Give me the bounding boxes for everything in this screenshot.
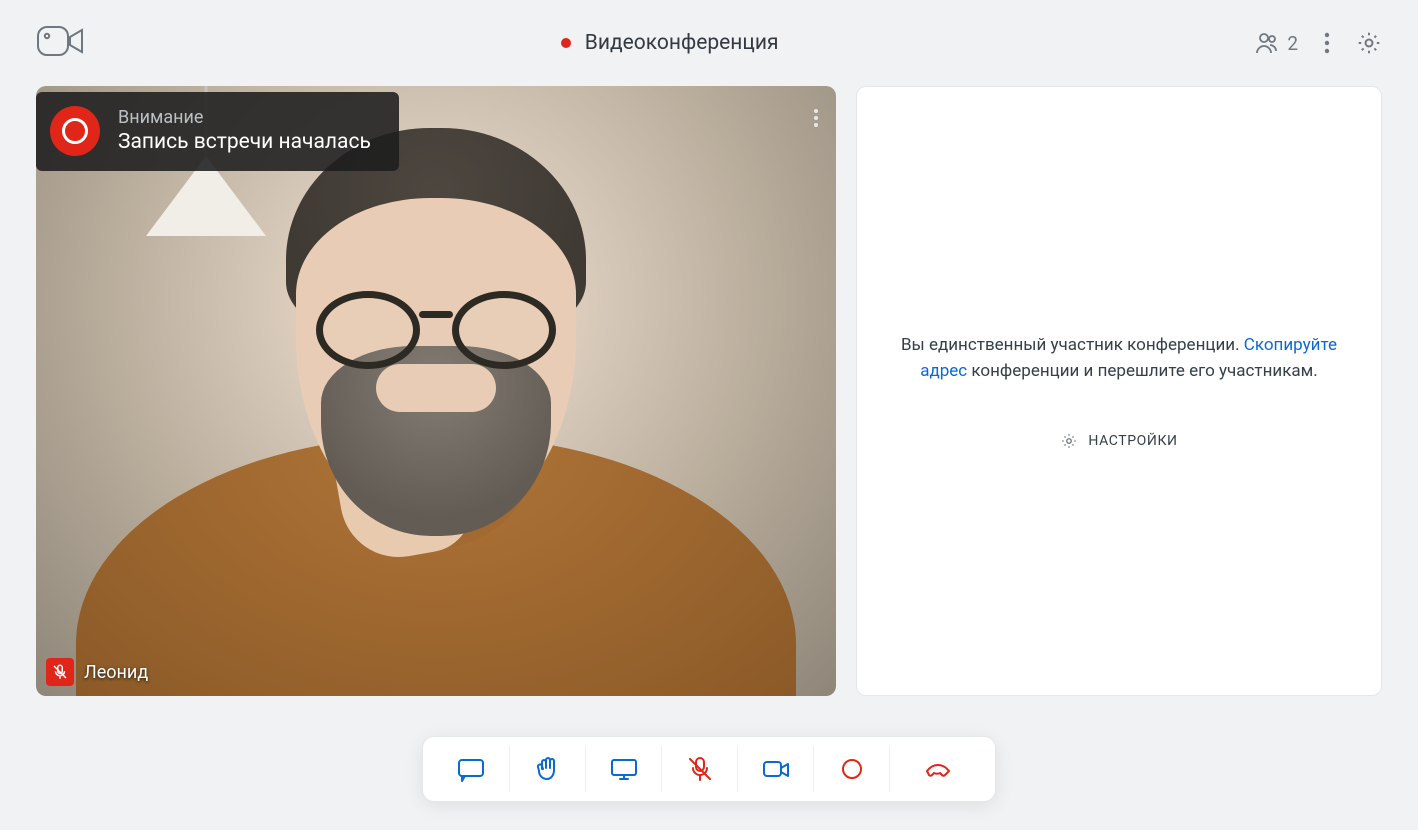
tile-more-button[interactable] xyxy=(814,106,818,130)
empty-state-text: Вы единственный участник конференции. Ск… xyxy=(891,332,1347,385)
header: Видеоконференция 2 xyxy=(0,0,1418,86)
participant-video xyxy=(36,86,836,696)
side-panel: Вы единственный участник конференции. Ск… xyxy=(856,86,1382,696)
side-settings-button[interactable]: НАСТРОЙКИ xyxy=(1060,432,1177,450)
recording-indicator-icon xyxy=(561,38,571,48)
participants-button[interactable]: 2 xyxy=(1255,32,1298,55)
settings-button[interactable] xyxy=(1356,30,1382,56)
record-icon xyxy=(50,106,100,156)
screen-icon xyxy=(609,756,639,782)
phone-icon xyxy=(923,756,953,782)
participant-count: 2 xyxy=(1287,32,1298,55)
record-button[interactable] xyxy=(813,746,889,792)
video-tile[interactable]: Внимание Запись встречи началась Леонид xyxy=(36,86,836,696)
control-dock xyxy=(422,736,996,802)
chat-button[interactable] xyxy=(433,746,509,792)
participant-name-badge: Леонид xyxy=(46,658,148,686)
share-screen-button[interactable] xyxy=(585,746,661,792)
mic-muted-icon xyxy=(46,658,74,686)
participant-name: Леонид xyxy=(84,662,148,683)
raise-hand-button[interactable] xyxy=(509,746,585,792)
hand-icon xyxy=(533,756,563,782)
toggle-mic-button[interactable] xyxy=(661,746,737,792)
record-icon xyxy=(837,756,867,782)
side-settings-label: НАСТРОЙКИ xyxy=(1088,433,1177,449)
toggle-camera-button[interactable] xyxy=(737,746,813,792)
gear-icon xyxy=(1356,30,1382,56)
camera-icon xyxy=(761,756,791,782)
recording-toast: Внимание Запись встречи началась xyxy=(36,92,399,171)
more-menu-button[interactable] xyxy=(1324,31,1330,55)
page-title: Видеоконференция xyxy=(585,31,779,55)
chat-icon xyxy=(456,756,486,782)
hangup-button[interactable] xyxy=(889,746,985,792)
mic-off-icon xyxy=(685,756,715,782)
toast-message: Запись встречи началась xyxy=(118,129,371,156)
main-area: Внимание Запись встречи началась Леонид … xyxy=(0,86,1418,726)
gear-icon xyxy=(1060,432,1078,450)
app-logo-icon xyxy=(36,44,84,63)
toast-title: Внимание xyxy=(118,106,371,129)
people-icon xyxy=(1255,32,1279,54)
